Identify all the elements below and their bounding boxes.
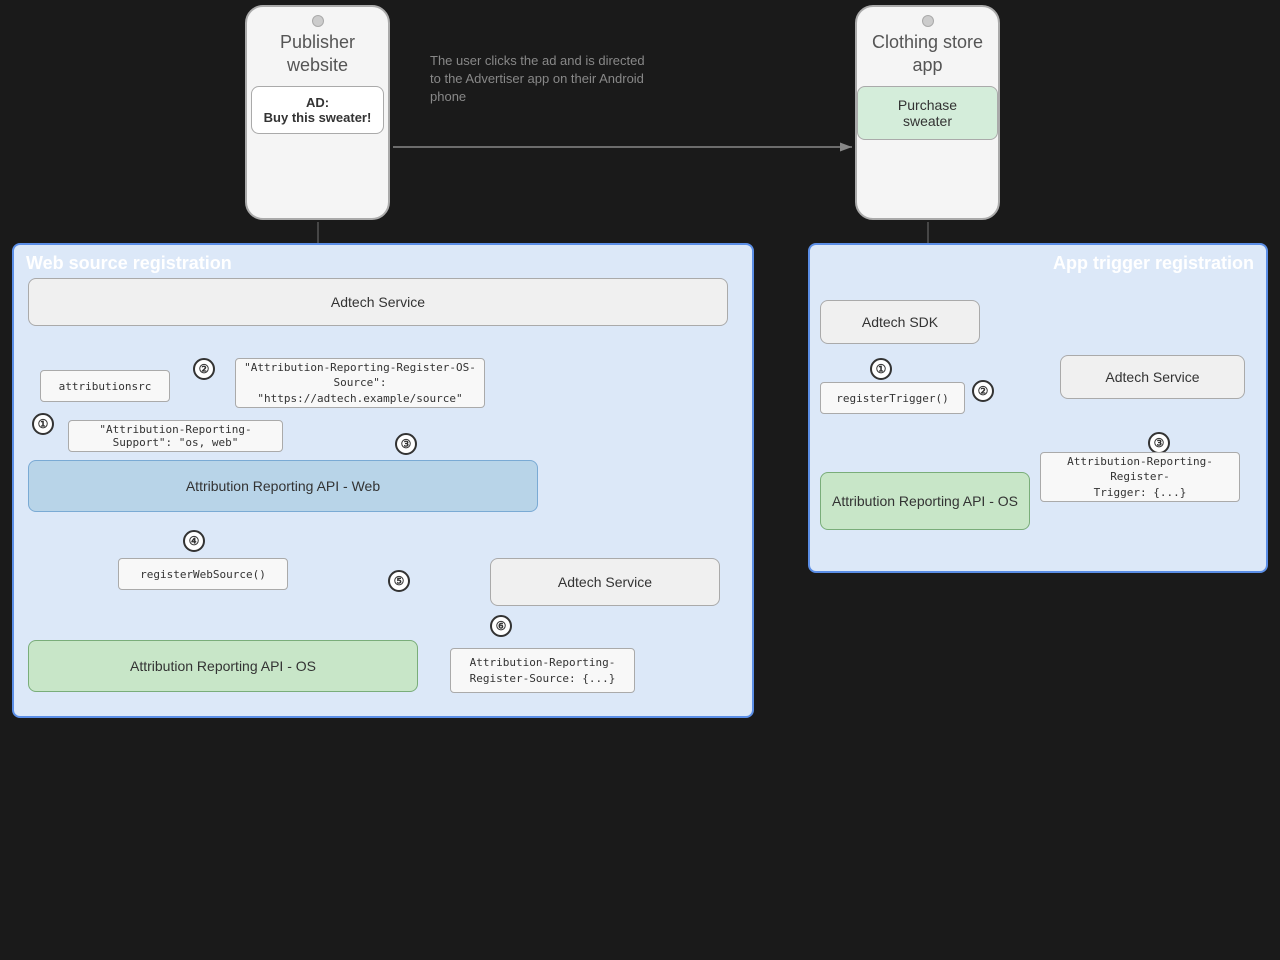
publisher-phone: Publisher website AD: Buy this sweater! xyxy=(245,5,390,220)
step-2-left: ② xyxy=(193,358,215,380)
step-4-left: ④ xyxy=(183,530,205,552)
register-trigger-code: registerTrigger() xyxy=(820,382,965,414)
click-annotation: The user clicks the ad and is directed t… xyxy=(430,52,650,107)
ad-text: Buy this sweater! xyxy=(264,110,372,125)
left-api-os: Attribution Reporting API - OS xyxy=(28,640,418,692)
register-source-code: Attribution-Reporting- Register-Source: … xyxy=(450,648,635,693)
publisher-phone-camera xyxy=(312,15,324,27)
store-phone: Clothing store app Purchase sweater xyxy=(855,5,1000,220)
step-1-right: ① xyxy=(870,358,892,380)
store-phone-title: Clothing store app xyxy=(857,31,998,78)
ad-label: AD: xyxy=(306,95,329,110)
register-os-source-code: "Attribution-Reporting-Register-OS-Sourc… xyxy=(235,358,485,408)
register-web-source-code: registerWebSource() xyxy=(118,558,288,590)
step-1-left: ① xyxy=(32,413,54,435)
app-trigger-label: App trigger registration xyxy=(822,253,1254,274)
store-purchase-button: Purchase sweater xyxy=(857,86,998,140)
step-3-right: ③ xyxy=(1148,432,1170,454)
attributionsrc-code: attributionsrc xyxy=(40,370,170,402)
web-source-label: Web source registration xyxy=(26,253,232,274)
publisher-ad-content: AD: Buy this sweater! xyxy=(251,86,385,134)
publisher-phone-title: Publisher website xyxy=(247,31,388,78)
support-code: "Attribution-Reporting-Support": "os, we… xyxy=(68,420,283,452)
step-3-left: ③ xyxy=(395,433,417,455)
store-phone-camera xyxy=(922,15,934,27)
right-api-os: Attribution Reporting API - OS xyxy=(820,472,1030,530)
step-5-left: ⑤ xyxy=(388,570,410,592)
register-trigger-header-code: Attribution-Reporting-Register- Trigger:… xyxy=(1040,452,1240,502)
right-adtech-sdk: Adtech SDK xyxy=(820,300,980,344)
left-adtech-service-bottom: Adtech Service xyxy=(490,558,720,606)
step-2-right: ② xyxy=(972,380,994,402)
diagram-area: Publisher website AD: Buy this sweater! … xyxy=(0,0,1280,960)
right-adtech-service: Adtech Service xyxy=(1060,355,1245,399)
left-api-web: Attribution Reporting API - Web xyxy=(28,460,538,512)
left-adtech-service-top: Adtech Service xyxy=(28,278,728,326)
step-6-left: ⑥ xyxy=(490,615,512,637)
